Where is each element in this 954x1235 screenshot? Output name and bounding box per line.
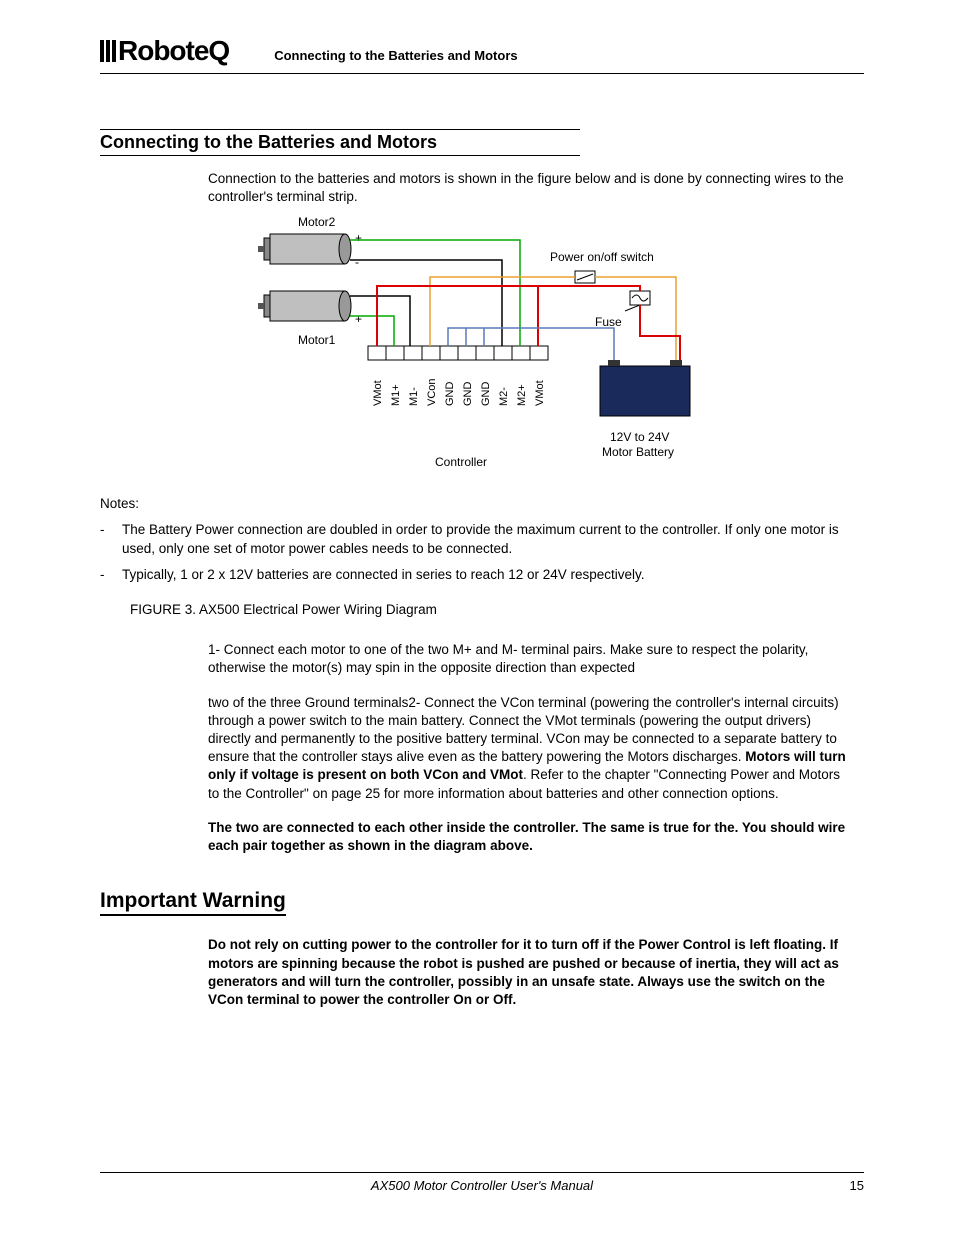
battery-label-1: 12V to 24V [610,430,669,444]
svg-text:VMot: VMot [372,381,384,407]
m2-plus: + [355,231,362,245]
logo-text: RoboteQ [118,35,229,67]
motor2-label: Motor2 [298,216,336,229]
body-paragraph: two of the three Ground terminals2- Conn… [208,694,854,803]
motor1-label: Motor1 [298,333,336,347]
notes-heading: Notes: [100,496,864,511]
m1-plus: + [355,312,362,326]
logo-bars-icon [100,40,116,62]
battery-label-2: Motor Battery [602,445,674,459]
body-paragraph: The two are connected to each other insi… [208,819,854,855]
svg-text:GND: GND [444,382,456,407]
page-header: RoboteQ Connecting to the Batteries and … [100,35,864,74]
body-paragraph: 1- Connect each motor to one of the two … [208,641,854,677]
page-number: 15 [850,1178,864,1193]
terminal-strip [368,346,548,360]
section-heading: Connecting to the Batteries and Motors [100,129,580,156]
brand-logo: RoboteQ [100,35,229,67]
svg-text:M2-: M2- [498,387,510,406]
note-text: Typically, 1 or 2 x 12V batteries are co… [122,566,645,584]
intro-paragraph: Connection to the batteries and motors i… [208,170,854,206]
terminal-labels: VMot M1+ M1- VCon GND GND GND M2- M2+ VM… [372,379,546,407]
svg-text:GND: GND [480,382,492,407]
svg-text:M1+: M1+ [390,385,402,407]
switch-label: Power on/off switch [550,250,654,264]
note-text: The Battery Power connection are doubled… [122,521,864,557]
svg-text:M1-: M1- [408,387,420,406]
note-item: -The Battery Power connection are double… [100,521,864,557]
m2-minus: - [355,255,359,269]
m1-minus: - [355,288,359,302]
note-item: -Typically, 1 or 2 x 12V batteries are c… [100,566,864,584]
svg-text:GND: GND [462,382,474,407]
warning-paragraph: Do not rely on cutting power to the cont… [208,936,854,1009]
header-running-title: Connecting to the Batteries and Motors [274,48,517,67]
fuse-label: Fuse [595,315,622,329]
warning-heading: Important Warning [100,889,286,916]
wiring-diagram: Motor2 + - - + Motor1 [250,216,810,476]
svg-text:VCon: VCon [426,379,438,407]
controller-label: Controller [435,455,487,469]
page-footer: AX500 Motor Controller User's Manual 15 [100,1172,864,1193]
figure-caption: FIGURE 3. AX500 Electrical Power Wiring … [130,602,864,617]
footer-title: AX500 Motor Controller User's Manual [371,1178,593,1193]
svg-text:M2+: M2+ [516,385,528,407]
battery-icon [600,366,690,416]
svg-text:VMot: VMot [534,381,546,407]
